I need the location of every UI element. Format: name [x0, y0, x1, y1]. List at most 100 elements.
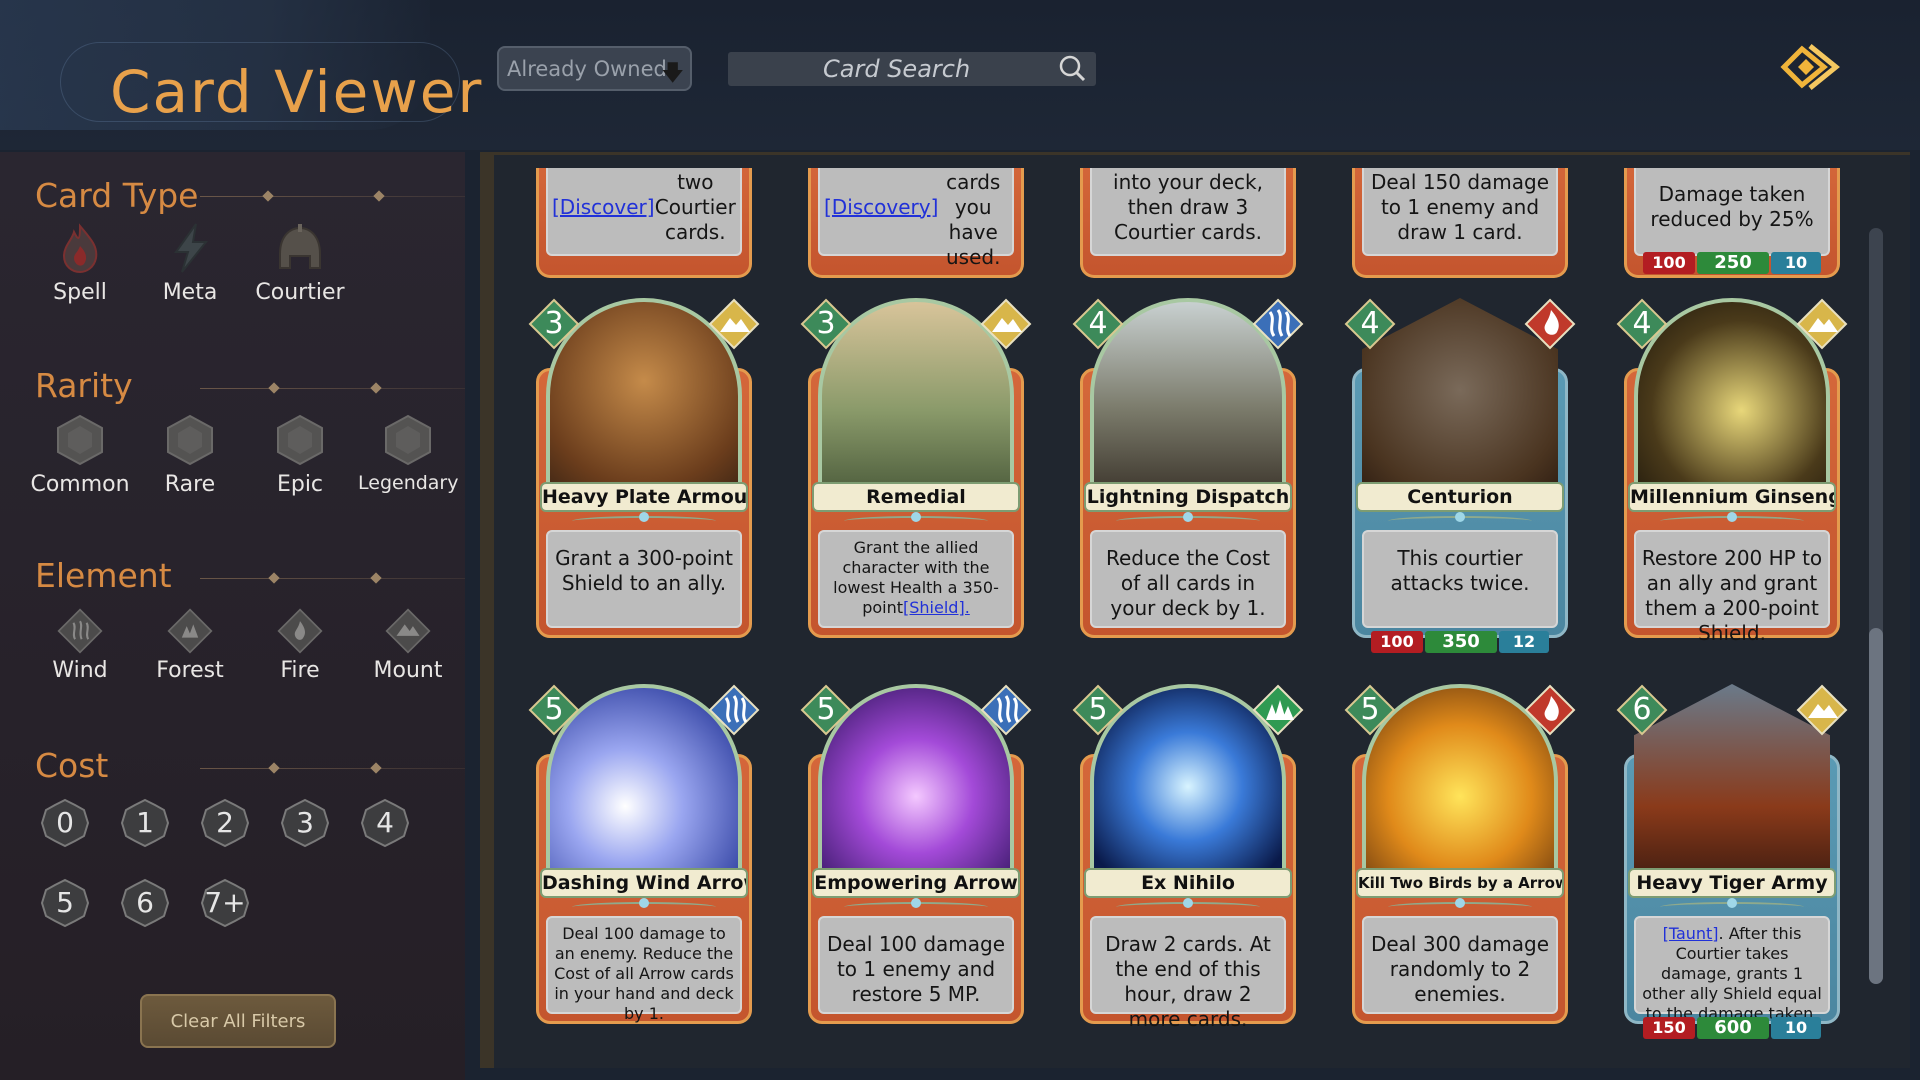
- filter-element-wind[interactable]: Wind: [30, 608, 130, 683]
- card-gem: [639, 512, 649, 522]
- card[interactable]: 3 Heavy Plate Armour Grant a 300-point Sh…: [528, 298, 760, 638]
- card[interactable]: 5 Kill Two Birds by a Arrow Deal 300 dama…: [1344, 684, 1576, 1024]
- lightning-icon: [174, 223, 209, 273]
- filter-cost-5[interactable]: 5: [40, 878, 90, 928]
- card-text-content: Grant a 300-point Shield to an ally.: [555, 546, 733, 595]
- filter-cost-6[interactable]: 6: [120, 878, 170, 928]
- element-badge: [1252, 298, 1304, 350]
- filter-cost-0[interactable]: 0: [40, 798, 90, 848]
- card-description: Deal 100 damage to an enemy. Reduce the …: [546, 916, 742, 1023]
- filter-type-courtier[interactable]: Courtier: [250, 220, 350, 305]
- card-name: Ex Nihilo: [1084, 868, 1292, 898]
- card-stats: 100 250 10: [1630, 252, 1834, 274]
- card-gem: [1183, 512, 1193, 522]
- card-partial[interactable]: [Discover] two Courtier cards.: [532, 168, 756, 280]
- next-arrow-icon[interactable]: [1770, 32, 1840, 102]
- cost-badge: 5: [800, 684, 852, 736]
- divider: [200, 572, 465, 584]
- filter-element-fire[interactable]: Fire: [250, 608, 350, 683]
- card-cost: 5: [1360, 692, 1380, 727]
- filter-cost-3[interactable]: 3: [280, 798, 330, 848]
- filter-rarity-epic[interactable]: Epic: [250, 412, 350, 497]
- element-badge: [1252, 684, 1304, 736]
- card[interactable]: 5 Empowering Arrow Deal 100 damage to 1 e…: [800, 684, 1032, 1024]
- card[interactable]: 6 Heavy Tiger Army [Taunt]. After this Co…: [1616, 684, 1848, 1039]
- card-description: Deal 300 damage randomly to 2 enemies.: [1362, 916, 1558, 1014]
- cost-label: 0: [56, 806, 74, 839]
- filter-element-mount[interactable]: Mount: [358, 608, 458, 683]
- element-badge: [1796, 298, 1848, 350]
- hexagon-gem-icon: [167, 414, 213, 466]
- cost-heading: Cost: [35, 746, 109, 785]
- forest-icon: [1252, 684, 1304, 736]
- filter-rarity-common[interactable]: Common: [30, 412, 130, 497]
- element-badge: [1524, 298, 1576, 350]
- filter-rarity-rare[interactable]: Rare: [140, 412, 240, 497]
- filter-cost-4[interactable]: 4: [360, 798, 410, 848]
- card-type-heading: Card Type: [35, 176, 199, 215]
- card-description: Deal 150 damage to 1 enemy and draw 1 ca…: [1362, 168, 1558, 256]
- card[interactable]: 4 Centurion This courtier attacks twice. 1…: [1344, 298, 1576, 653]
- filter-label: Meta: [162, 280, 218, 305]
- keyword-link[interactable]: [Discover]: [552, 195, 655, 220]
- card-cost: 3: [816, 306, 836, 341]
- card-gem: [1183, 898, 1193, 908]
- card[interactable]: 4 Lightning Dispatch Reduce the Cost of a…: [1072, 298, 1304, 638]
- filter-cost-1[interactable]: 1: [120, 798, 170, 848]
- card-gem: [1727, 898, 1737, 908]
- keyword-link[interactable]: [Discovery]: [824, 195, 938, 220]
- keyword-link[interactable]: [Shield].: [903, 598, 970, 617]
- card-name: Lightning Dispatch: [1084, 482, 1292, 512]
- card-partial[interactable]: Damage taken reduced by 25% 100 250 10: [1620, 168, 1844, 280]
- filter-cost-2[interactable]: 2: [200, 798, 250, 848]
- filter-label: Legendary: [358, 472, 459, 494]
- page-title: Card Viewer: [110, 58, 484, 126]
- card-partial[interactable]: Deal 150 damage to 1 enemy and draw 1 ca…: [1348, 168, 1572, 280]
- filter-label: Fire: [280, 658, 320, 683]
- attack-stat: 100: [1643, 252, 1695, 274]
- owned-filter-dropdown[interactable]: Already Owned 🡇: [497, 46, 692, 91]
- card[interactable]: 5 Dashing Wind Arrow Deal 100 damage to a…: [528, 684, 760, 1024]
- cost-badge: 5: [1072, 684, 1124, 736]
- card-partial[interactable]: [Discovery] 2 cards you have used.: [804, 168, 1028, 280]
- cost-label: 2: [216, 806, 234, 839]
- health-stat: 250: [1697, 252, 1769, 274]
- card-description: [Taunt]. After this Courtier takes damag…: [1634, 916, 1830, 1023]
- filter-type-spell[interactable]: Spell: [30, 220, 130, 305]
- cost-label: 3: [296, 806, 314, 839]
- card[interactable]: 3 Remedial Grant the allied character wit…: [800, 298, 1032, 638]
- card[interactable]: 4 Millennium Ginseng Restore 200 HP to an…: [1616, 298, 1848, 645]
- filter-rarity-legendary[interactable]: Legendary: [358, 412, 459, 494]
- cost-badge: 4: [1344, 298, 1396, 350]
- card-cost: 3: [544, 306, 564, 341]
- filter-cost-7plus[interactable]: 7+: [200, 878, 250, 928]
- attack-stat: 150: [1643, 1017, 1695, 1039]
- filter-label: Spell: [53, 280, 107, 305]
- divider: [200, 762, 465, 774]
- filter-type-meta[interactable]: Meta: [140, 220, 240, 305]
- cost-label: 1: [136, 806, 154, 839]
- card-text-content: two Courtier cards.: [654, 169, 736, 244]
- search-input[interactable]: [728, 52, 1048, 86]
- mountain-icon: [708, 298, 760, 350]
- keyword-link[interactable]: [Taunt]: [1663, 924, 1719, 943]
- card-search[interactable]: [728, 52, 1096, 86]
- card-partial[interactable]: into your deck, then draw 3 Courtier car…: [1076, 168, 1300, 280]
- speed-stat: 10: [1771, 252, 1821, 274]
- filter-label: Epic: [276, 472, 324, 497]
- card[interactable]: 5 Ex Nihilo Draw 2 cards. At the end of t…: [1072, 684, 1304, 1031]
- wind-icon: [1252, 298, 1304, 350]
- wind-icon: [980, 684, 1032, 736]
- clear-filters-button[interactable]: Clear All Filters: [140, 994, 336, 1048]
- filter-element-forest[interactable]: Forest: [140, 608, 240, 683]
- fire-icon: [277, 608, 323, 654]
- filter-label: Courtier: [255, 280, 345, 305]
- cost-badge: 5: [1344, 684, 1396, 736]
- search-icon[interactable]: [1058, 54, 1086, 82]
- card-name: Kill Two Birds by a Arrow: [1356, 868, 1564, 898]
- filter-label: Common: [30, 472, 130, 497]
- cost-badge: 3: [800, 298, 852, 350]
- health-stat: 600: [1697, 1017, 1769, 1039]
- cost-badge: 5: [528, 684, 580, 736]
- hexagon-gem-icon: [385, 414, 431, 466]
